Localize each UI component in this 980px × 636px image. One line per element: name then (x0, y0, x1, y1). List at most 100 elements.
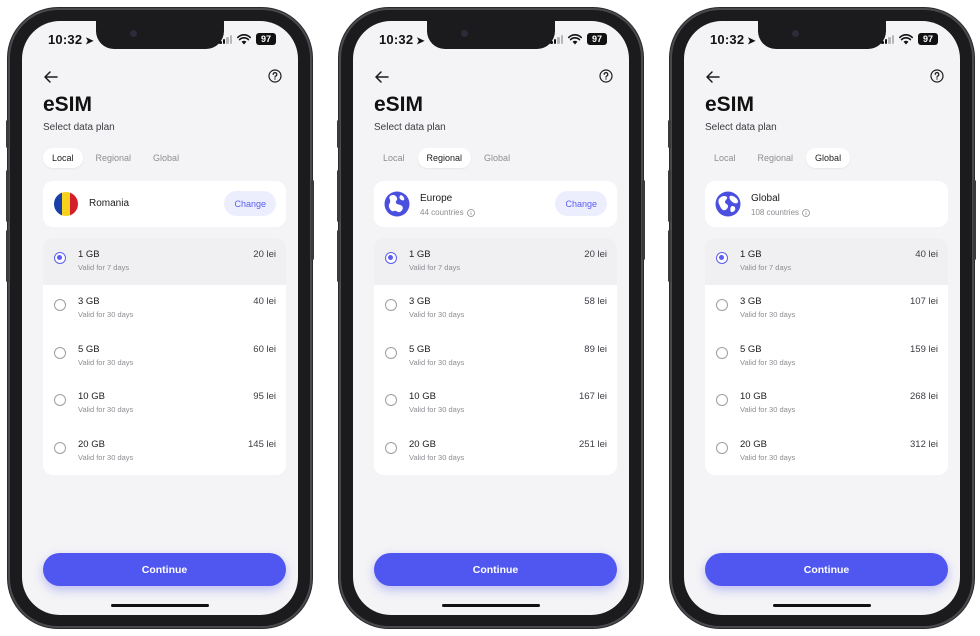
plan-type-tabs: Local Regional Global (43, 148, 188, 168)
tab-local[interactable]: Local (705, 148, 745, 168)
radio-unselected[interactable] (54, 299, 66, 312)
tab-local[interactable]: Local (43, 148, 83, 168)
radio-unselected[interactable] (385, 394, 397, 407)
help-icon[interactable] (268, 69, 282, 83)
status-bar: 10:32 ➤ 97 (22, 32, 298, 50)
plan-validity: Valid for 30 days (740, 405, 796, 415)
plan-option[interactable]: 5 GB Valid for 30 days 60 lei (43, 333, 286, 380)
phone-screen: 10:32 ➤ 97 eSIM Select data plan Local Re… (684, 21, 960, 615)
plan-option[interactable]: 5 GB Valid for 30 days 159 lei (705, 333, 948, 380)
plan-validity: Valid for 7 days (740, 263, 792, 272)
status-time-wrap: 10:32 ➤ (48, 32, 94, 47)
plan-data: 20 GB (78, 438, 105, 450)
destination-country-count: 108 countries (751, 208, 810, 217)
continue-button[interactable]: Continue (374, 553, 617, 586)
plan-option[interactable]: 10 GB Valid for 30 days 167 lei (374, 380, 617, 427)
plan-validity: Valid for 30 days (740, 357, 796, 367)
plan-price: 167 lei (579, 391, 607, 403)
radio-unselected[interactable] (716, 299, 728, 312)
back-arrow-icon[interactable] (43, 69, 59, 85)
info-icon[interactable] (802, 208, 810, 217)
country-count-text: 44 countries (420, 208, 464, 217)
help-icon[interactable] (599, 69, 613, 83)
battery-icon: 97 (587, 33, 607, 45)
plan-option[interactable]: 20 GB Valid for 30 days 312 lei (705, 428, 948, 475)
tab-global[interactable]: Global (144, 148, 188, 168)
plan-option[interactable]: 20 GB Valid for 30 days 251 lei (374, 428, 617, 475)
plan-option[interactable]: 20 GB Valid for 30 days 145 lei (43, 428, 286, 475)
plan-validity: Valid for 7 days (409, 263, 461, 272)
continue-button[interactable]: Continue (705, 553, 948, 586)
plan-option[interactable]: 1 GB Valid for 7 days 20 lei (374, 238, 617, 286)
plan-validity: Valid for 30 days (78, 357, 134, 367)
radio-unselected[interactable] (716, 394, 728, 407)
status-bar: 10:32 ➤ 97 (684, 32, 960, 50)
status-time: 10:32 (379, 32, 414, 47)
back-arrow-icon[interactable] (374, 69, 390, 85)
phone-screen: 10:32 ➤ 97 eSIM Select data plan Local Re… (353, 21, 629, 615)
plan-option[interactable]: 3 GB Valid for 30 days 40 lei (43, 285, 286, 332)
radio-unselected[interactable] (54, 441, 66, 454)
plan-price: 20 lei (253, 249, 276, 260)
help-icon[interactable] (930, 69, 944, 83)
radio-selected[interactable] (385, 252, 397, 264)
plan-option[interactable]: 3 GB Valid for 30 days 58 lei (374, 285, 617, 332)
continue-button[interactable]: Continue (43, 553, 286, 586)
page-title: eSIM (43, 93, 93, 116)
page-title: eSIM (374, 93, 424, 116)
destination-name: Europe (420, 193, 453, 204)
radio-unselected[interactable] (385, 299, 397, 312)
phone-frame-regional: 10:32 ➤ 97 eSIM Select data plan Local Re… (337, 10, 645, 626)
volume-down-button (668, 230, 671, 282)
radio-unselected[interactable] (716, 346, 728, 359)
plan-price: 107 lei (910, 296, 938, 308)
plan-option[interactable]: 10 GB Valid for 30 days 268 lei (705, 380, 948, 427)
plan-validity: Valid for 30 days (740, 310, 796, 320)
tab-local[interactable]: Local (374, 148, 414, 168)
plan-validity: Valid for 7 days (78, 263, 130, 272)
plan-price: 60 lei (253, 343, 276, 355)
radio-unselected[interactable] (385, 441, 397, 454)
plan-validity: Valid for 30 days (409, 452, 465, 462)
radio-unselected[interactable] (54, 394, 66, 407)
info-icon[interactable] (466, 208, 475, 217)
change-destination-button[interactable]: Change (555, 191, 607, 216)
plan-price: 40 lei (253, 296, 276, 308)
tab-regional[interactable]: Regional (749, 148, 803, 168)
page-subtitle: Select data plan (705, 122, 777, 133)
plan-price: 145 lei (248, 438, 276, 450)
destination-card: Europe 44 countries Change (374, 181, 617, 227)
destination-country-count: 44 countries (420, 208, 475, 217)
plan-option[interactable]: 3 GB Valid for 30 days 107 lei (705, 285, 948, 332)
plan-type-tabs: Local Regional Global (374, 148, 519, 168)
radio-unselected[interactable] (385, 346, 397, 359)
radio-unselected[interactable] (716, 441, 728, 454)
wifi-icon (237, 33, 251, 44)
back-arrow-icon[interactable] (705, 69, 721, 85)
plan-option[interactable]: 1 GB Valid for 7 days 40 lei (705, 238, 948, 286)
status-time: 10:32 (48, 32, 83, 47)
tab-regional[interactable]: Regional (417, 148, 472, 168)
tab-global[interactable]: Global (806, 148, 851, 168)
plan-option[interactable]: 1 GB Valid for 7 days 20 lei (43, 238, 286, 286)
plan-data: 20 GB (409, 438, 436, 450)
battery-icon: 97 (256, 33, 276, 45)
volume-up-button (337, 170, 340, 222)
tab-global[interactable]: Global (475, 148, 519, 168)
volume-up-button (668, 170, 671, 222)
phone-screen: 10:32 ➤ 97 eSIM Select data plan Local Re… (22, 21, 298, 615)
plan-data: 5 GB (740, 343, 762, 355)
plan-option[interactable]: 5 GB Valid for 30 days 89 lei (374, 333, 617, 380)
plan-data: 1 GB (740, 249, 762, 260)
plan-list: 1 GB Valid for 7 days 40 lei 3 GB Valid … (705, 238, 948, 475)
radio-selected[interactable] (716, 252, 728, 264)
tab-regional[interactable]: Regional (87, 148, 141, 168)
destination-card: Romania Change (43, 181, 286, 227)
radio-unselected[interactable] (54, 346, 66, 359)
world-globe-icon (715, 191, 741, 217)
plan-option[interactable]: 10 GB Valid for 30 days 95 lei (43, 380, 286, 427)
change-destination-button[interactable]: Change (224, 191, 276, 216)
radio-selected[interactable] (54, 252, 66, 264)
mute-switch (6, 120, 9, 148)
europe-globe-icon (384, 191, 410, 217)
